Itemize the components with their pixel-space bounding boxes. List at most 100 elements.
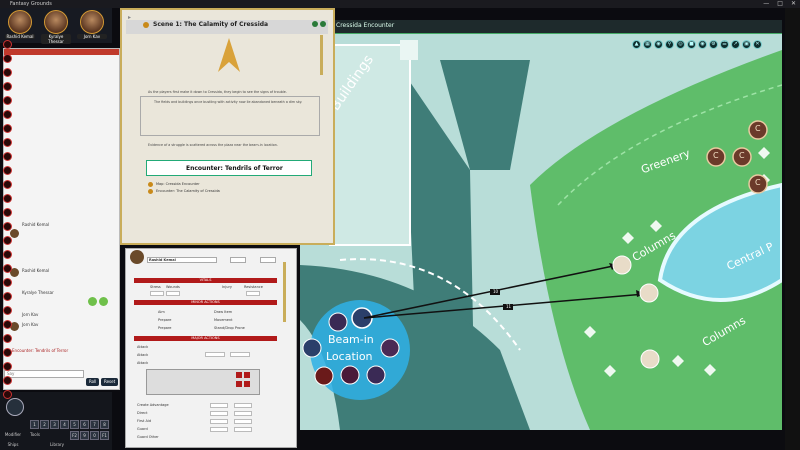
sidebar-button[interactable] xyxy=(3,68,12,77)
sidebar-button[interactable] xyxy=(3,362,12,371)
eye-icon[interactable]: ◉ xyxy=(698,40,707,49)
hotkey[interactable]: 9 xyxy=(80,431,89,440)
settings-icon[interactable]: ⚙ xyxy=(709,40,718,49)
lock-icon[interactable]: ■ xyxy=(687,40,696,49)
hotbar-label[interactable]: Modifier xyxy=(2,432,24,437)
weapon-roll-icon[interactable] xyxy=(236,372,242,378)
hotkey[interactable]: 3 xyxy=(50,420,59,429)
sidebar-button[interactable] xyxy=(3,236,12,245)
weapon-panel[interactable] xyxy=(146,369,260,395)
sidebar-button[interactable] xyxy=(3,40,12,49)
sidebar-button[interactable] xyxy=(3,124,12,133)
sidebar-button[interactable] xyxy=(3,180,12,189)
sheet-scrollbar[interactable] xyxy=(283,262,286,322)
fullscreen-icon[interactable]: ▣ xyxy=(742,40,751,49)
stat-field[interactable] xyxy=(210,419,228,424)
stat-field[interactable] xyxy=(210,427,228,432)
stat-field[interactable] xyxy=(234,427,252,432)
hotkey[interactable]: 0 xyxy=(90,431,99,440)
share-icon[interactable] xyxy=(312,21,318,27)
dice-tower-icon[interactable] xyxy=(6,398,24,416)
grid-icon[interactable]: ▦ xyxy=(643,40,652,49)
lock-icon[interactable] xyxy=(320,21,326,27)
stat-row-label[interactable]: Create Advantage xyxy=(137,403,169,407)
mask-icon[interactable]: ◉ xyxy=(654,40,663,49)
sidebar-button[interactable] xyxy=(3,82,12,91)
hotbar-label[interactable]: Tools xyxy=(24,432,46,437)
sidebar-button[interactable] xyxy=(3,96,12,105)
sidebar-button[interactable] xyxy=(3,208,12,217)
portrait-jorn[interactable] xyxy=(80,10,104,34)
sidebar-button[interactable] xyxy=(3,278,12,287)
portrait-kyralye[interactable] xyxy=(44,10,68,34)
action-label[interactable]: Movement xyxy=(214,318,233,322)
sidebar-button[interactable] xyxy=(3,54,12,63)
sidebar-button[interactable] xyxy=(3,390,12,399)
sidebar-button[interactable] xyxy=(3,320,12,329)
stat-field[interactable] xyxy=(234,403,252,408)
story-link-icon[interactable] xyxy=(143,22,149,28)
sidebar-button[interactable] xyxy=(3,110,12,119)
hotkey[interactable]: 1 xyxy=(30,420,39,429)
sidebar-button[interactable] xyxy=(3,166,12,175)
battle-map[interactable]: Buildings Greenery Columns Columns Centr… xyxy=(300,20,782,430)
hotkey[interactable]: 5 xyxy=(70,420,79,429)
stat-row-label[interactable]: Guard xyxy=(137,427,148,431)
stat-field[interactable] xyxy=(210,411,228,416)
sidebar-button[interactable] xyxy=(3,334,12,343)
action-label[interactable]: Stand/Drop Prone xyxy=(214,326,245,330)
weapon-roll-icon[interactable] xyxy=(244,372,250,378)
weapon-roll-icon[interactable] xyxy=(244,381,250,387)
map-link-icon[interactable] xyxy=(148,182,153,187)
chat-window[interactable] xyxy=(3,48,120,390)
hotbar-label[interactable]: Ships xyxy=(2,442,24,447)
resistance-field[interactable] xyxy=(246,291,260,296)
target-icon[interactable]: ◎ xyxy=(676,40,685,49)
hotkey[interactable]: 2 xyxy=(40,420,49,429)
map-link-label[interactable]: Map: Cressida Encounter xyxy=(156,182,200,186)
sidebar-button[interactable] xyxy=(3,264,12,273)
hotkey[interactable]: 7 xyxy=(90,420,99,429)
layers-icon[interactable]: ☰ xyxy=(720,40,729,49)
stat-row-label[interactable]: Guard Other xyxy=(137,435,159,439)
encounter-link-icon[interactable] xyxy=(148,189,153,194)
close-icon[interactable]: ✕ xyxy=(791,0,796,8)
chat-input[interactable]: Say xyxy=(4,370,84,378)
attack-field[interactable] xyxy=(230,352,250,357)
roll-button[interactable]: Roll xyxy=(86,378,100,386)
stat-field[interactable] xyxy=(210,403,228,408)
sidebar-button[interactable] xyxy=(3,194,12,203)
stat-field[interactable] xyxy=(234,411,252,416)
close-map-icon[interactable]: ✕ xyxy=(753,40,762,49)
attack-field[interactable] xyxy=(205,352,225,357)
sidebar-button[interactable] xyxy=(3,292,12,301)
hotkey[interactable]: F2 xyxy=(70,431,79,440)
action-label[interactable]: Draw Item xyxy=(214,310,232,314)
attack-row-label[interactable]: Attack xyxy=(137,353,148,357)
share-icon[interactable]: ↗ xyxy=(731,40,740,49)
sidebar-button[interactable] xyxy=(3,376,12,385)
attack-row-label[interactable]: Attack xyxy=(137,361,148,365)
sidebar-button[interactable] xyxy=(3,138,12,147)
hotkey[interactable]: 6 xyxy=(80,420,89,429)
hotbar-label[interactable]: Library xyxy=(46,442,68,447)
hotkey[interactable]: 8 xyxy=(100,420,109,429)
encounter-link-label[interactable]: Encounter: The Calamity of Cressida xyxy=(156,189,220,193)
sidebar-button[interactable] xyxy=(3,250,12,259)
stress-field[interactable] xyxy=(150,291,164,296)
sidebar-button[interactable] xyxy=(3,306,12,315)
sidebar-button[interactable] xyxy=(3,348,12,357)
weapon-roll-icon[interactable] xyxy=(236,381,242,387)
action-label[interactable]: Aim xyxy=(158,310,165,314)
sidebar-button[interactable] xyxy=(3,222,12,231)
action-label[interactable]: Prepare xyxy=(158,326,171,330)
sidebar-button[interactable] xyxy=(3,152,12,161)
sheet-field[interactable] xyxy=(260,257,276,263)
stat-row-label[interactable]: First Aid xyxy=(137,419,151,423)
attack-row-label[interactable]: Attack xyxy=(137,345,148,349)
action-label[interactable]: Prepare xyxy=(158,318,171,322)
reset-button[interactable]: Reset xyxy=(101,378,119,386)
zoom-icon[interactable]: ⚲ xyxy=(665,40,674,49)
hotkey[interactable]: 4 xyxy=(60,420,69,429)
character-portrait[interactable] xyxy=(130,250,144,264)
